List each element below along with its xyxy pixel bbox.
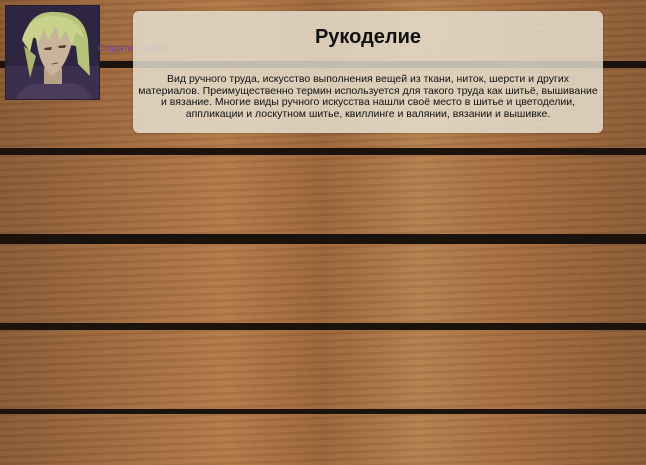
content-panel: Рукоделие Вид ручного труда, искусство в… — [133, 11, 603, 133]
creator-avatar[interactable] — [5, 5, 100, 100]
plank-gap — [0, 148, 646, 155]
wood-plank — [0, 330, 646, 409]
avatar-image — [6, 6, 99, 99]
page-title: Рукоделие — [314, 26, 422, 48]
plank-gap — [0, 234, 646, 244]
wood-plank — [0, 244, 646, 323]
wood-plank — [0, 155, 646, 234]
plank-gap — [0, 323, 646, 330]
page-description: Вид ручного труда, искусство выполнения … — [138, 73, 598, 120]
wood-plank — [0, 414, 646, 465]
